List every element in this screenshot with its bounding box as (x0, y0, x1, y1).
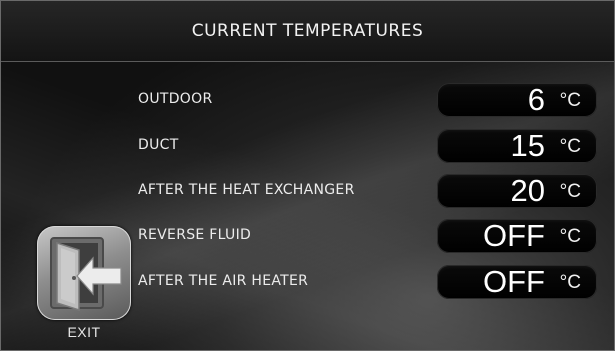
unit-label: °C (559, 226, 581, 247)
exit-label[interactable]: EXIT (37, 324, 131, 340)
row-label: AFTER THE HEAT EXCHANGER (138, 182, 355, 198)
temperature-value: 15 (510, 128, 545, 163)
temperatures-screen: CURRENT TEMPERATURES OUTDOOR 6 °C DUCT 1… (0, 0, 615, 351)
value-display: 20 °C (437, 173, 597, 208)
temperature-value: OFF (483, 264, 545, 299)
temperature-value: 20 (510, 173, 545, 208)
temperature-row-duct: DUCT 15 °C (1, 128, 614, 165)
unit-label: °C (559, 181, 581, 202)
temperature-row-after-heat-exchanger: AFTER THE HEAT EXCHANGER 20 °C (1, 173, 614, 210)
value-display: 15 °C (437, 128, 597, 163)
page-title: CURRENT TEMPERATURES (191, 21, 424, 41)
header-bar: CURRENT TEMPERATURES (1, 1, 614, 62)
value-display: 6 °C (437, 82, 597, 117)
temperature-value: OFF (483, 218, 545, 253)
row-label: REVERSE FLUID (138, 227, 252, 243)
row-label: OUTDOOR (138, 91, 213, 107)
row-label: AFTER THE AIR HEATER (138, 273, 309, 289)
value-display: OFF °C (437, 218, 597, 253)
row-label: DUCT (138, 137, 179, 153)
unit-label: °C (559, 272, 581, 293)
unit-label: °C (559, 90, 581, 111)
unit-label: °C (559, 136, 581, 157)
exit-button[interactable] (37, 226, 131, 320)
temperature-row-outdoor: OUTDOOR 6 °C (1, 82, 614, 119)
value-display: OFF °C (437, 264, 597, 299)
exit-door-icon (50, 237, 122, 312)
temperature-value: 6 (527, 82, 545, 117)
